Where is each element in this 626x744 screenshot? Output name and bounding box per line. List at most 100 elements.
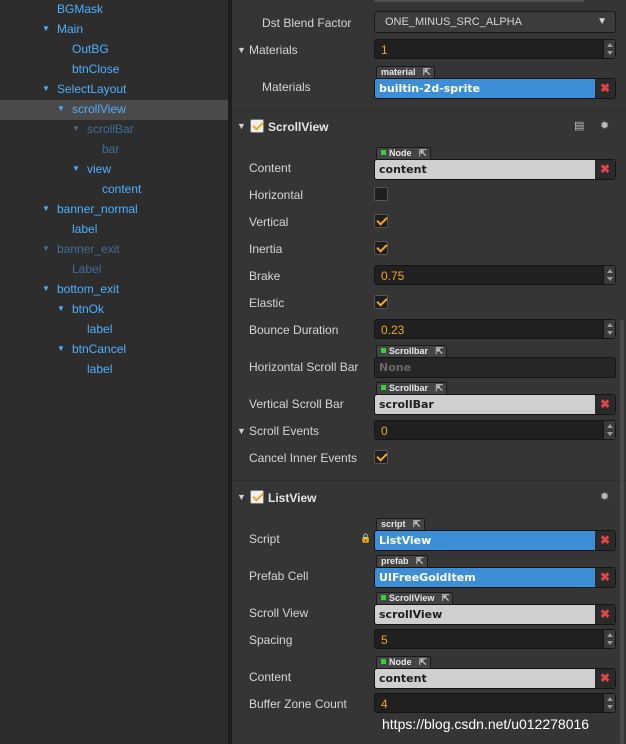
tree-node-btncancel[interactable]: ▼ btnCancel	[0, 340, 228, 360]
vertical-checkbox[interactable]	[374, 214, 388, 228]
clear-icon[interactable]: ✖	[595, 568, 615, 587]
fold-arrow-icon[interactable]: ▼	[237, 45, 246, 55]
tree-node-scrollview[interactable]: ▼ scrollView	[0, 100, 228, 120]
cancel-inner-events-checkbox[interactable]	[374, 450, 388, 464]
scrollview-section-header[interactable]: ▼ ScrollView ▤ ✹	[232, 115, 626, 139]
tree-node-btnclose[interactable]: btnClose	[0, 60, 228, 80]
horizontal-checkbox[interactable]	[374, 187, 388, 201]
spinner-arrows-icon[interactable]	[603, 421, 615, 439]
collapse-arrow-icon[interactable]: ▼	[237, 492, 246, 502]
clear-icon[interactable]: ✖	[595, 395, 615, 414]
link-icon[interactable]: ⇱	[419, 657, 427, 668]
scrollview-enabled-checkbox[interactable]	[250, 119, 264, 133]
expand-arrow-icon[interactable]: ▼	[57, 100, 67, 118]
book-icon[interactable]: ▤	[574, 119, 584, 132]
scroll-events-field[interactable]: 0	[374, 420, 616, 440]
materials-asset-value: builtin-2d-sprite	[379, 82, 481, 95]
expand-arrow-icon[interactable]: ▼	[42, 20, 52, 38]
tree-node-label: label	[87, 322, 113, 336]
expand-arrow-icon[interactable]: ▼	[42, 80, 52, 98]
content-node-value: content	[379, 163, 427, 176]
clear-icon[interactable]: ✖	[595, 79, 615, 98]
clear-icon[interactable]: ✖	[595, 605, 615, 624]
expand-arrow-icon[interactable]: ▼	[57, 340, 67, 358]
link-icon[interactable]: ⇱	[419, 148, 427, 159]
buffer-zone-count-field[interactable]: 4	[374, 693, 616, 713]
spinner-arrows-icon[interactable]	[603, 40, 615, 58]
tree-node-selectlayout[interactable]: ▼ SelectLayout	[0, 80, 228, 100]
link-icon[interactable]: ⇱	[416, 556, 424, 567]
clear-icon[interactable]: ✖	[595, 160, 615, 179]
horizontal-scrollbar-field[interactable]: Scrollbar ⇱ None	[374, 345, 616, 379]
link-icon[interactable]: ⇱	[435, 346, 443, 357]
tree-node-btnok[interactable]: ▼ btnOk	[0, 300, 228, 320]
materials-asset-box[interactable]: builtin-2d-sprite ✖	[374, 78, 616, 99]
clear-icon[interactable]: ✖	[595, 531, 615, 550]
tree-node-bgmask[interactable]: BGMask	[0, 0, 228, 20]
spacing-field[interactable]: 5	[374, 629, 616, 649]
bounce-duration-field[interactable]: 0.23	[374, 319, 616, 339]
tree-node-banner-normal[interactable]: ▼ banner_normal	[0, 200, 228, 220]
materials-asset-field[interactable]: material ⇱ builtin-2d-sprite ✖	[374, 66, 616, 100]
gear-icon[interactable]: ✹	[600, 119, 609, 132]
expand-arrow-icon[interactable]: ▼	[72, 120, 82, 138]
spinner-arrows-icon[interactable]	[603, 694, 615, 712]
tree-node-bar[interactable]: bar	[0, 140, 228, 160]
link-icon[interactable]: ⇱	[423, 67, 431, 78]
script-asset-box[interactable]: ListView ✖	[374, 530, 616, 551]
expand-arrow-icon[interactable]: ▼	[42, 240, 52, 258]
brake-field[interactable]: 0.75	[374, 265, 616, 285]
tree-node-outbg[interactable]: OutBG	[0, 40, 228, 60]
tree-node-content[interactable]: content	[0, 180, 228, 200]
content-node-box[interactable]: content ✖	[374, 159, 616, 180]
tree-node-label[interactable]: label	[0, 320, 228, 340]
listview-section-header[interactable]: ▼ ListView ✹	[232, 486, 626, 510]
elastic-checkbox[interactable]	[374, 295, 388, 309]
expand-arrow-icon[interactable]: ▼	[72, 160, 82, 178]
prefab-cell-field[interactable]: prefab ⇱ UIFreeGoldItem ✖	[374, 555, 616, 589]
tree-node-label[interactable]: label	[0, 220, 228, 240]
vertical-scrollbar-field[interactable]: Scrollbar ⇱ scrollBar ✖	[374, 382, 616, 416]
horizontal-scrollbar-box[interactable]: None	[374, 357, 616, 378]
dst-blend-dropdown[interactable]: ONE_MINUS_SRC_ALPHA ▼	[374, 11, 616, 33]
prefab-cell-box[interactable]: UIFreeGoldItem ✖	[374, 567, 616, 588]
clear-icon[interactable]: ✖	[595, 669, 615, 688]
listview-content-box[interactable]: content ✖	[374, 668, 616, 689]
listview-title: ListView	[268, 491, 317, 505]
tree-node-bottom-exit[interactable]: ▼ bottom_exit	[0, 280, 228, 300]
inertia-checkbox[interactable]	[374, 241, 388, 255]
scroll-events-value: 0	[381, 424, 388, 438]
prefab-type-tag: prefab ⇱	[376, 555, 428, 567]
scroll-view-field[interactable]: ScrollView ⇱ scrollView ✖	[374, 592, 616, 626]
scroll-view-box[interactable]: scrollView ✖	[374, 604, 616, 625]
tree-node-label: btnOk	[72, 302, 105, 316]
spinner-arrows-icon[interactable]	[603, 266, 615, 284]
collapse-arrow-icon[interactable]: ▼	[237, 121, 246, 131]
tree-node-label[interactable]: Label	[0, 260, 228, 280]
script-asset-field[interactable]: script ⇱ ListView ✖	[374, 518, 616, 552]
materials-count-label: Materials	[249, 43, 298, 57]
tree-node-scrollbar[interactable]: ▼ scrollBar	[0, 120, 228, 140]
materials-count-field[interactable]: 1	[374, 39, 616, 59]
content-node-field[interactable]: Node ⇱ content ✖	[374, 147, 616, 181]
expand-arrow-icon[interactable]: ▼	[57, 300, 67, 318]
spinner-arrows-icon[interactable]	[603, 630, 615, 648]
fold-arrow-icon[interactable]: ▼	[237, 426, 246, 436]
inspector-scrollbar[interactable]	[620, 320, 624, 744]
link-icon[interactable]: ⇱	[442, 593, 450, 604]
spinner-arrows-icon[interactable]	[603, 320, 615, 338]
listview-enabled-checkbox[interactable]	[250, 490, 264, 504]
vertical-scrollbar-box[interactable]: scrollBar ✖	[374, 394, 616, 415]
listview-content-field[interactable]: Node ⇱ content ✖	[374, 656, 616, 690]
link-icon[interactable]: ⇱	[435, 383, 443, 394]
tree-node-view[interactable]: ▼ view	[0, 160, 228, 180]
tree-node-main[interactable]: ▼ Main	[0, 20, 228, 40]
gear-icon[interactable]: ✹	[600, 490, 609, 503]
expand-arrow-icon[interactable]: ▼	[42, 200, 52, 218]
tree-node-label[interactable]: label	[0, 360, 228, 380]
brake-value: 0.75	[381, 269, 405, 283]
expand-arrow-icon[interactable]: ▼	[42, 280, 52, 298]
link-icon[interactable]: ⇱	[413, 519, 421, 530]
dst-blend-label: Dst Blend Factor	[262, 16, 352, 30]
tree-node-banner-exit[interactable]: ▼ banner_exit	[0, 240, 228, 260]
